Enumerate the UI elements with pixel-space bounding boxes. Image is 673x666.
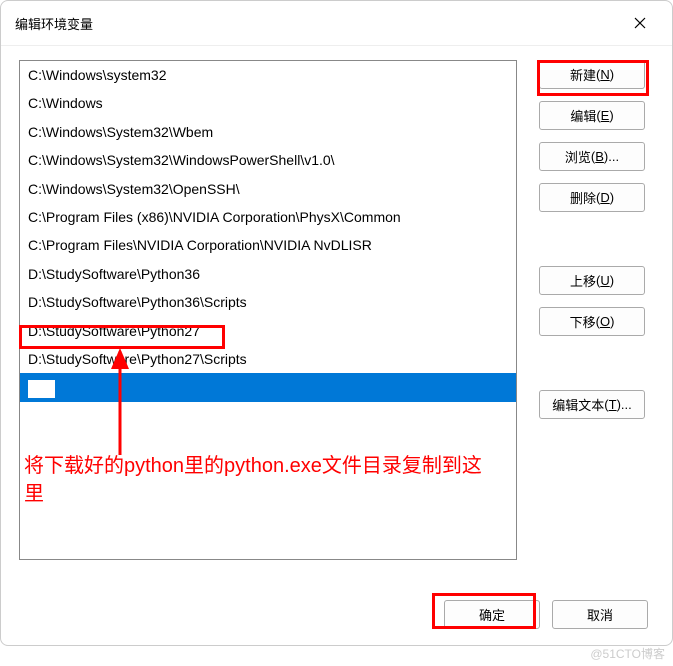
moveup-button[interactable]: 上移(U) [539,266,645,295]
cancel-button[interactable]: 取消 [552,600,648,629]
ok-button[interactable]: 确定 [444,600,540,629]
list-item[interactable]: C:\Program Files\NVIDIA Corporation\NVID… [20,231,516,259]
close-button[interactable] [618,9,662,37]
list-item[interactable]: C:\Program Files (x86)\NVIDIA Corporatio… [20,203,516,231]
new-button[interactable]: 新建(N) [539,60,645,89]
dialog-footer: 确定 取消 [444,600,648,629]
dialog-body: C:\Windows\system32 C:\Windows C:\Window… [1,46,672,578]
list-item[interactable]: D:\StudySoftware\Python36 [20,260,516,288]
list-item[interactable]: D:\StudySoftware\Python27\Scripts [20,345,516,373]
list-item[interactable]: C:\Windows\system32 [20,61,516,89]
button-column: 新建(N) 编辑(E) 浏览(B)... 删除(D) 上移(U) 下移(O) 编… [539,60,645,560]
list-item[interactable]: D:\StudySoftware\Python36\Scripts [20,288,516,316]
list-item[interactable]: D:\StudySoftware\Python27 [20,317,516,345]
list-item-editing[interactable] [20,373,516,401]
list-item[interactable]: C:\Windows\System32\WindowsPowerShell\v1… [20,146,516,174]
dialog-window: 编辑环境变量 C:\Windows\system32 C:\Windows C:… [0,0,673,646]
list-item[interactable]: C:\Windows [20,89,516,117]
list-item[interactable]: C:\Windows\System32\OpenSSH\ [20,175,516,203]
path-list[interactable]: C:\Windows\system32 C:\Windows C:\Window… [19,60,517,560]
edittext-button[interactable]: 编辑文本(T)... [539,390,645,419]
window-title: 编辑环境变量 [15,14,93,33]
browse-button[interactable]: 浏览(B)... [539,142,645,171]
titlebar: 编辑环境变量 [1,1,672,46]
watermark: @51CTO博客 [590,645,665,662]
close-icon [634,17,646,29]
delete-button[interactable]: 删除(D) [539,183,645,212]
list-item[interactable]: C:\Windows\System32\Wbem [20,118,516,146]
edit-button[interactable]: 编辑(E) [539,101,645,130]
movedown-button[interactable]: 下移(O) [539,307,645,336]
edit-cell[interactable] [28,380,55,398]
